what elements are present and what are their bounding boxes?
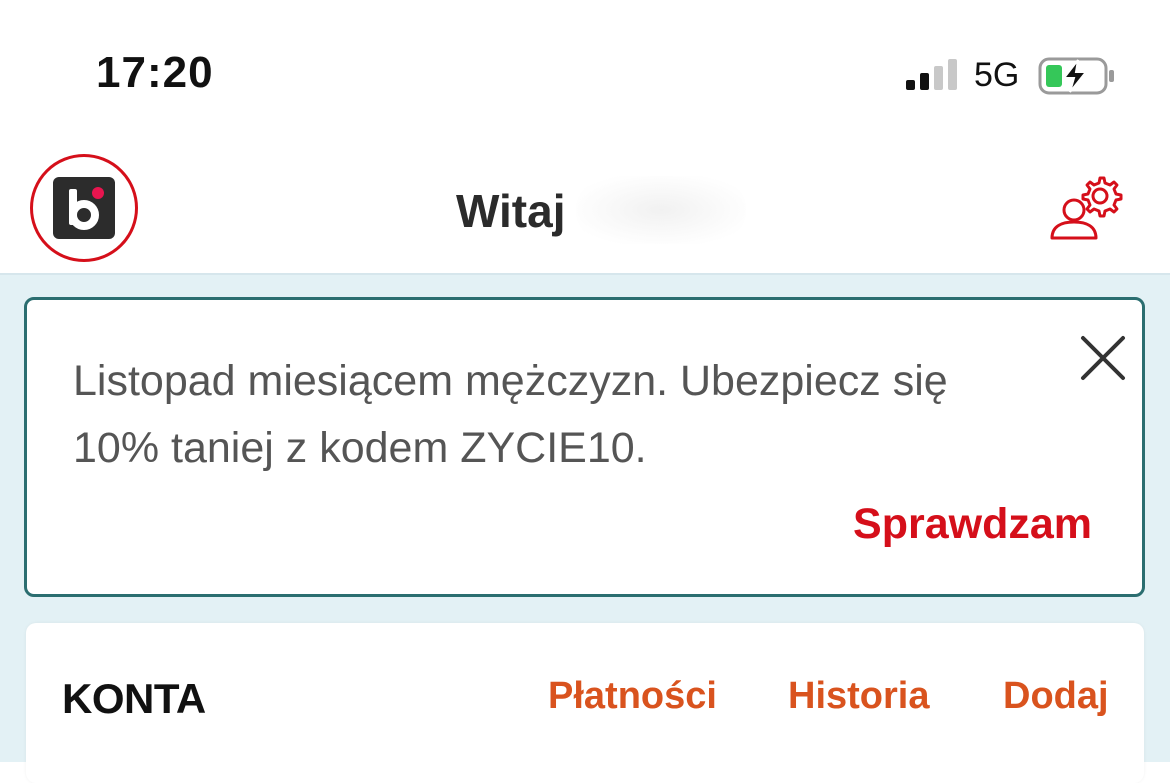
greeting-title: Witaj: [456, 185, 566, 237]
dashboard-content: Listopad miesiącem mężczyzn. Ubezpiecz s…: [0, 275, 1170, 783]
promo-cta-link[interactable]: Sprawdzam: [853, 500, 1092, 549]
status-time: 17:20: [96, 48, 214, 97]
blurred-user-name: [576, 176, 746, 244]
status-bar: 17:20 5G: [0, 0, 1170, 140]
bank-logo-button[interactable]: [30, 154, 138, 262]
bank-logo-icon: [53, 177, 115, 239]
accounts-section: KONTA Płatności Historia Dodaj: [26, 623, 1144, 783]
network-type: 5G: [974, 56, 1020, 94]
battery-charging-icon: [1038, 57, 1114, 95]
app-header: Witaj: [0, 140, 1170, 275]
add-account-link[interactable]: Dodaj: [1003, 675, 1109, 718]
promo-banner: Listopad miesiącem mężczyzn. Ubezpiecz s…: [24, 297, 1145, 597]
accounts-title: KONTA: [62, 675, 206, 722]
close-icon[interactable]: [1077, 332, 1129, 384]
promo-text: Listopad miesiącem mężczyzn. Ubezpiecz s…: [73, 357, 948, 472]
history-link[interactable]: Historia: [788, 675, 929, 718]
signal-icon: [906, 59, 957, 90]
payments-link[interactable]: Płatności: [548, 675, 717, 718]
profile-settings-icon[interactable]: [1044, 172, 1128, 246]
